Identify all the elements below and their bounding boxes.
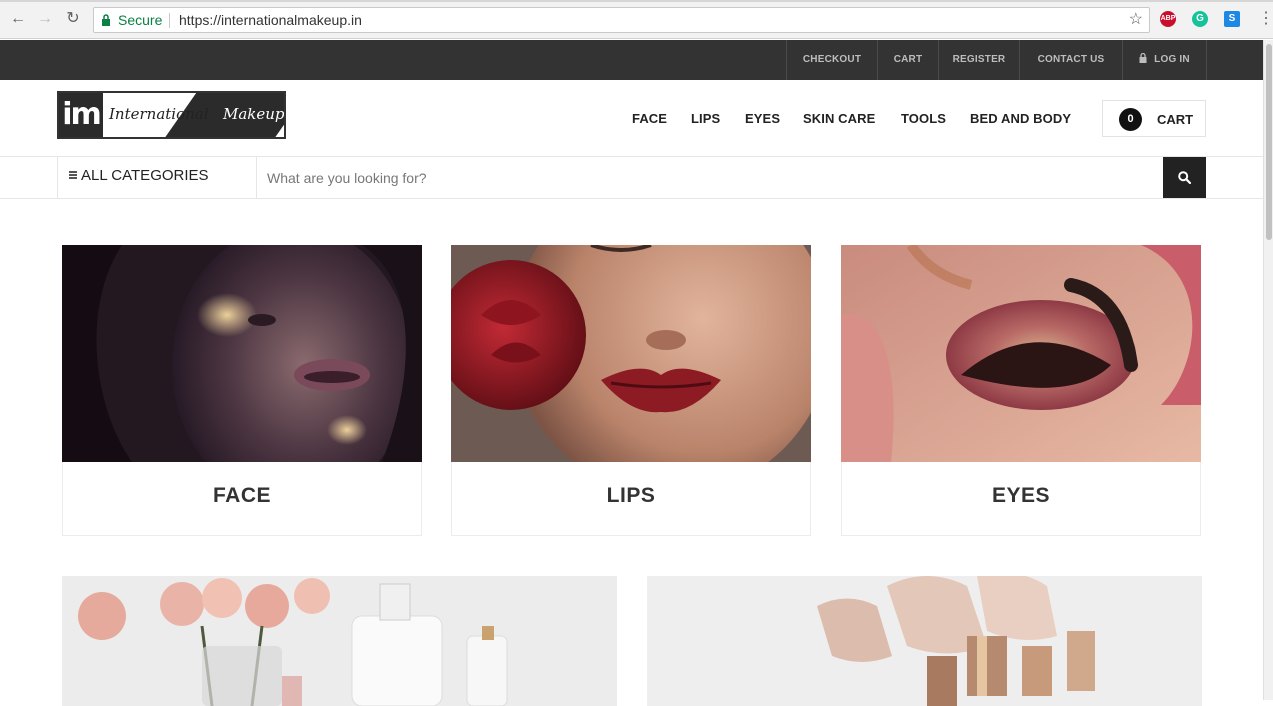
checkout-link[interactable]: CHECKOUT xyxy=(786,40,877,80)
nav-face[interactable]: FACE xyxy=(632,111,667,126)
contact-us-link[interactable]: CONTACT US xyxy=(1019,40,1122,80)
top-utility-bar: CHECKOUT CART REGISTER CONTACT US LOG IN xyxy=(0,40,1263,80)
skin-care-banner[interactable] xyxy=(62,576,617,706)
url-text[interactable]: https://internationalmakeup.in xyxy=(179,8,362,32)
nav-tools[interactable]: TOOLS xyxy=(901,111,946,126)
nav-skin-care[interactable]: SKIN CARE xyxy=(803,111,875,126)
cart-link[interactable]: CART xyxy=(877,40,938,80)
reload-icon[interactable]: ↻ xyxy=(63,9,83,29)
back-icon[interactable]: ← xyxy=(8,9,28,29)
secure-label: Secure xyxy=(118,12,163,28)
adblock-extension-icon[interactable]: ABP xyxy=(1160,11,1176,27)
login-link[interactable]: LOG IN xyxy=(1122,40,1207,80)
search-button[interactable] xyxy=(1163,157,1206,198)
logo-word-international: International xyxy=(109,105,209,123)
category-title-face[interactable]: FACE xyxy=(63,484,421,508)
category-card-eyes[interactable]: EYES xyxy=(841,245,1201,536)
menu-bars-icon xyxy=(69,171,77,179)
lock-icon xyxy=(1139,52,1147,63)
bookmark-star-icon[interactable]: ☆ xyxy=(1129,8,1143,32)
scrollbar-thumb[interactable] xyxy=(1266,44,1272,240)
s-extension-icon[interactable]: S xyxy=(1224,11,1240,27)
category-card-face[interactable]: FACE xyxy=(62,245,422,536)
search-row: ALL CATEGORIES xyxy=(0,157,1263,199)
forward-icon[interactable]: → xyxy=(35,9,55,29)
login-label: LOG IN xyxy=(1154,54,1190,65)
category-card-lips[interactable]: LIPS xyxy=(451,245,811,536)
register-link[interactable]: REGISTER xyxy=(938,40,1019,80)
site-header: im International Makeup FACE LIPS EYES S… xyxy=(0,80,1263,157)
site-logo[interactable]: im International Makeup xyxy=(57,91,286,139)
all-categories-dropdown[interactable]: ALL CATEGORIES xyxy=(57,157,257,198)
cart-count-badge: 0 xyxy=(1119,108,1142,131)
browser-toolbar: ← → ↻ Secure https://internationalmakeup… xyxy=(0,0,1273,39)
eyes-category-image[interactable] xyxy=(841,245,1201,462)
header-cart-button[interactable]: 0 CART xyxy=(1102,100,1206,137)
address-bar[interactable]: Secure https://internationalmakeup.in ☆ xyxy=(93,7,1150,33)
nav-lips[interactable]: LIPS xyxy=(691,111,720,126)
category-title-lips[interactable]: LIPS xyxy=(452,484,810,508)
logo-word-makeup: Makeup xyxy=(223,105,285,123)
face-category-image[interactable] xyxy=(62,245,422,462)
nav-eyes[interactable]: EYES xyxy=(745,111,780,126)
cart-label: CART xyxy=(1157,112,1194,127)
grammarly-extension-icon[interactable]: G xyxy=(1192,11,1208,27)
category-title-eyes[interactable]: EYES xyxy=(842,484,1200,508)
tab-strip xyxy=(0,0,1273,2)
lips-category-image[interactable] xyxy=(451,245,811,462)
search-input[interactable] xyxy=(257,157,1163,198)
logo-mark: im xyxy=(59,93,103,137)
tools-banner[interactable] xyxy=(647,576,1202,706)
lock-icon xyxy=(102,14,110,26)
omnibox-divider xyxy=(169,13,170,28)
page-scrollbar[interactable] xyxy=(1263,40,1273,700)
browser-menu-icon[interactable]: ⋮ xyxy=(1258,8,1273,28)
search-icon xyxy=(1178,171,1191,184)
nav-bed-and-body[interactable]: BED AND BODY xyxy=(970,111,1071,126)
all-categories-label: ALL CATEGORIES xyxy=(81,167,209,184)
